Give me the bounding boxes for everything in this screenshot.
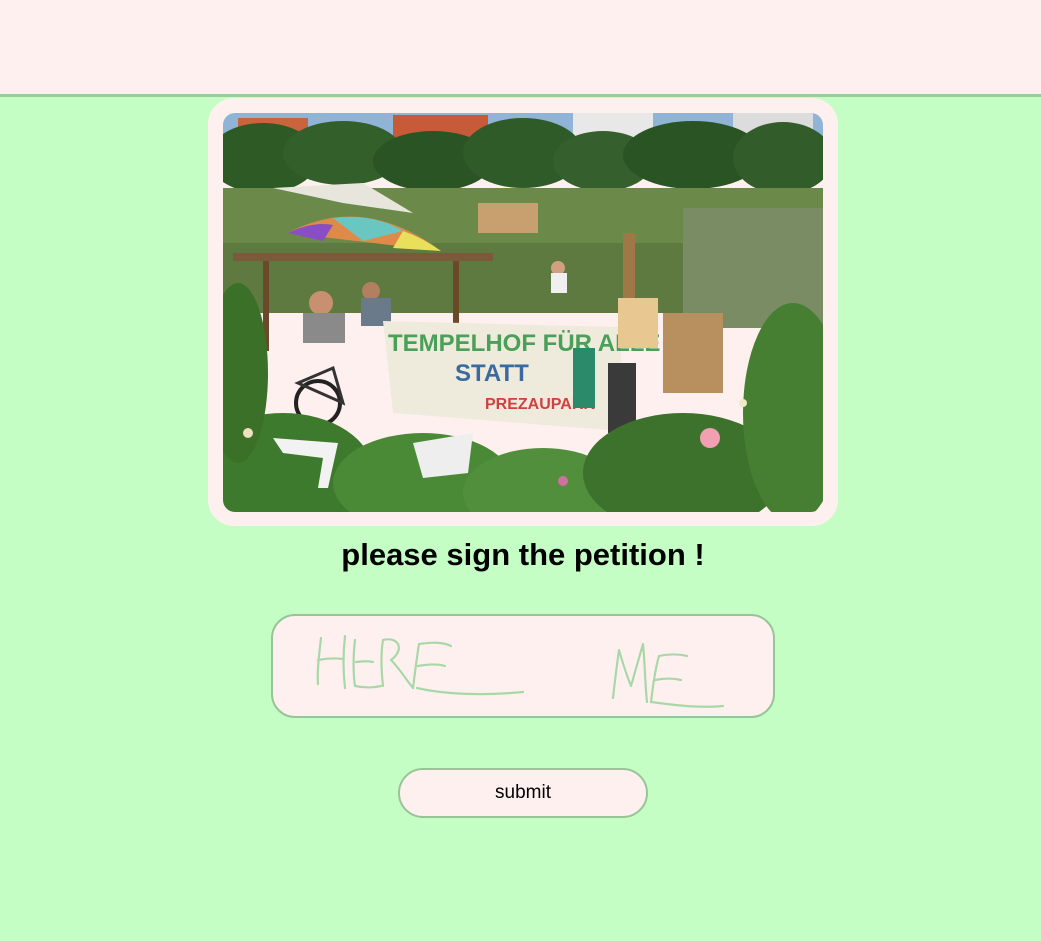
banner-line-2: STATT xyxy=(455,360,529,387)
signature-pad[interactable] xyxy=(271,614,775,718)
hero-image-frame: TEMPELHOF FÜR ALLE STATT PREZAUPARK xyxy=(208,98,838,526)
handwritten-signature xyxy=(316,634,725,708)
submit-button[interactable]: submit xyxy=(398,768,648,818)
page-heading: please sign the petition ! xyxy=(341,537,705,572)
top-header-bar xyxy=(0,0,1041,97)
garden-protest-photo: TEMPELHOF FÜR ALLE STATT PREZAUPARK xyxy=(223,113,823,512)
